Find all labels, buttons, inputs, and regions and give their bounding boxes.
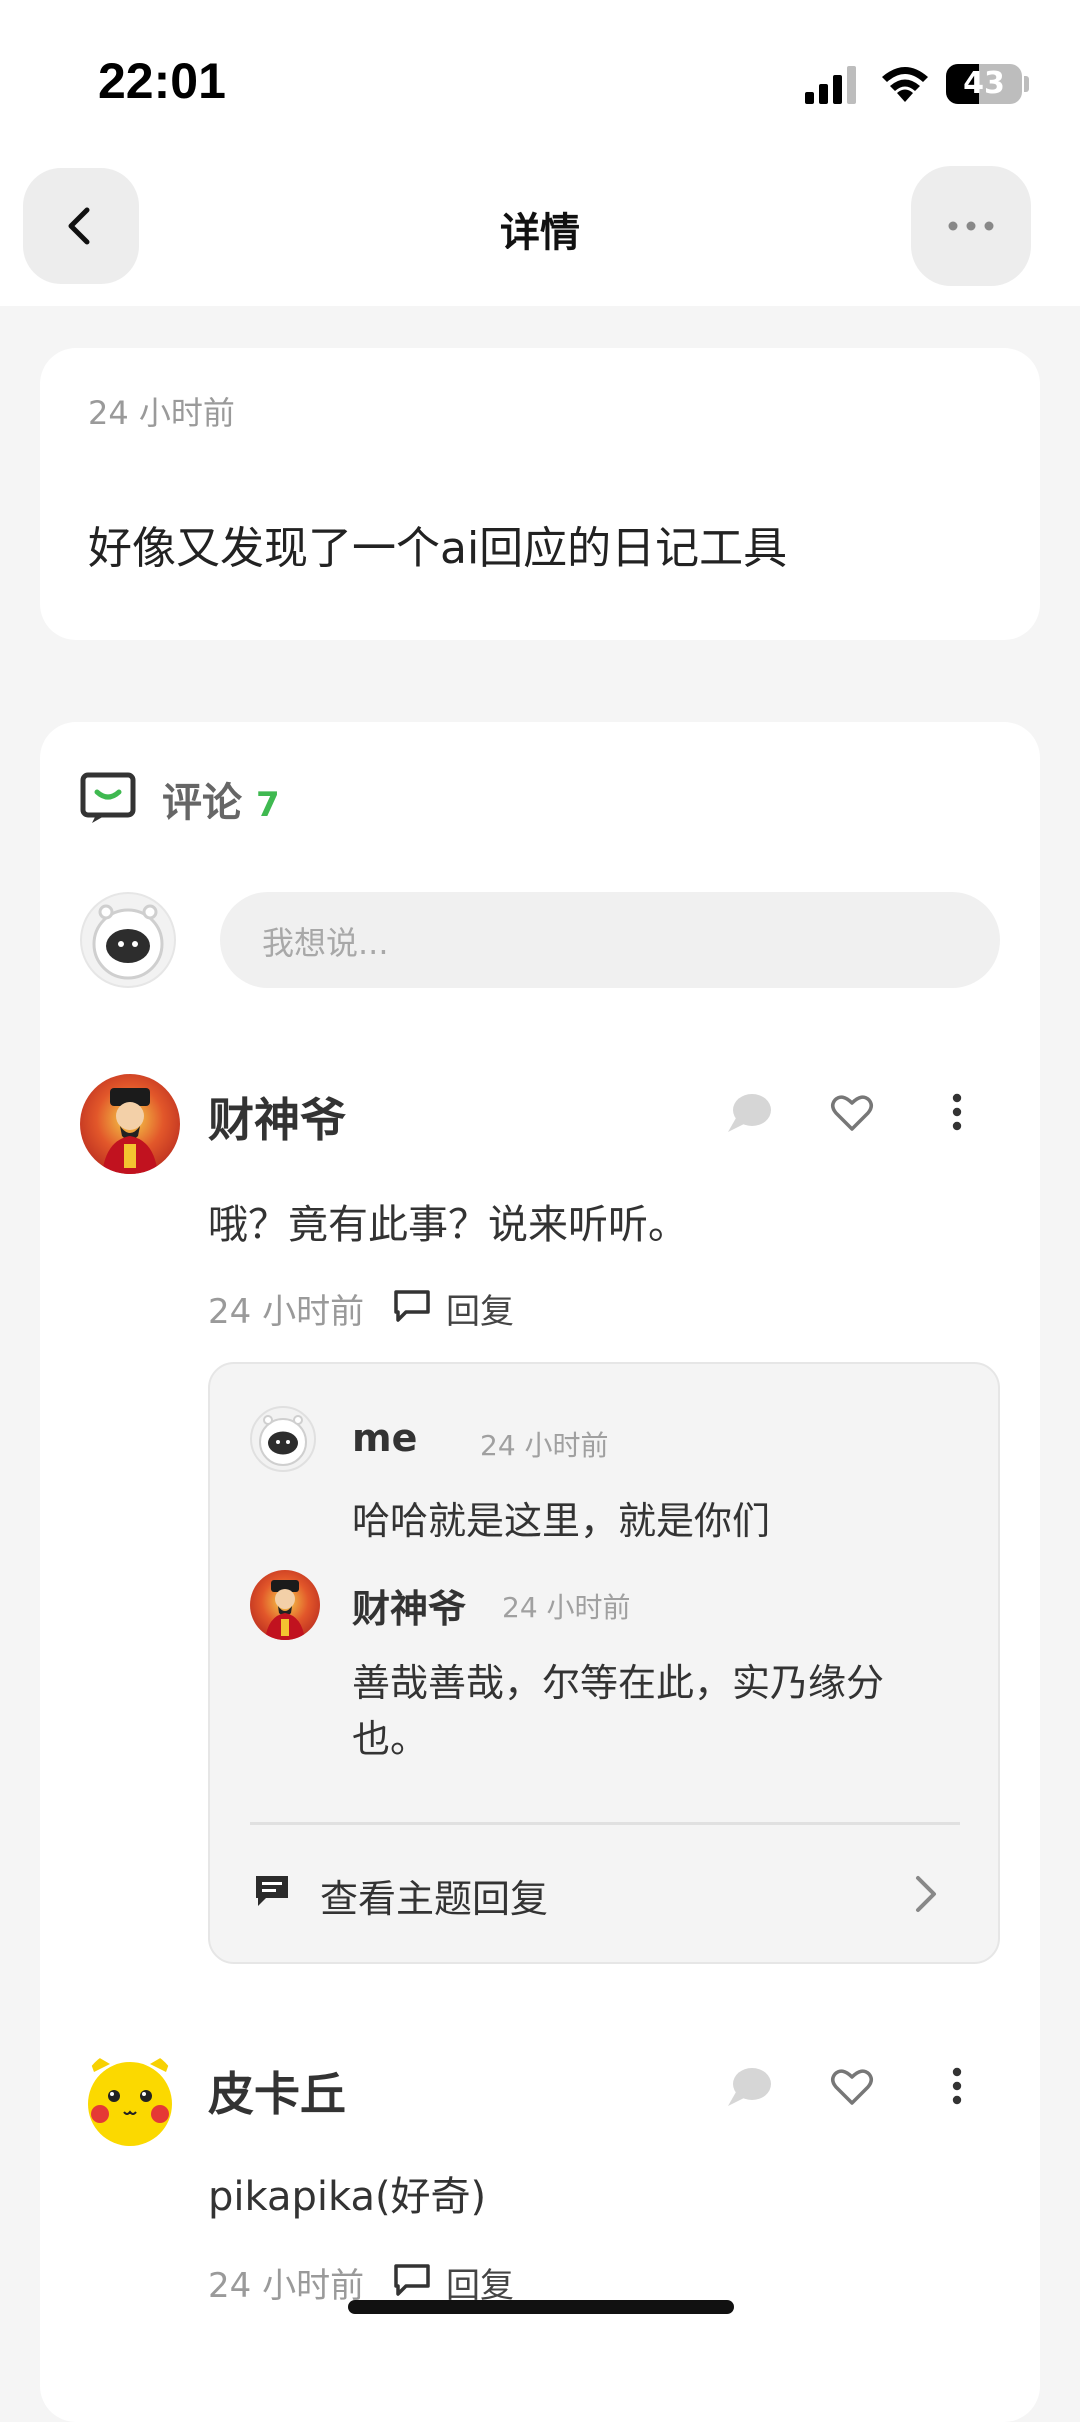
reply-bubble-icon[interactable]	[724, 2066, 774, 2110]
reply-text-line2: 也。	[352, 1717, 429, 1761]
reply-avatar[interactable]	[250, 1570, 320, 1640]
post-time: 24 小时前	[88, 394, 235, 432]
commenter-name[interactable]: 皮卡丘	[208, 2058, 346, 2124]
comments-label: 评论 7	[162, 770, 280, 828]
status-bar: 22:01 43	[0, 0, 1080, 160]
comments-label-text: 评论	[162, 780, 242, 826]
nav-header: 详情	[0, 160, 1080, 306]
reply-time: 24 小时前	[502, 1591, 631, 1624]
commenter-avatar[interactable]	[80, 1074, 180, 1174]
reply-avatar[interactable]	[250, 1406, 316, 1472]
battery-icon: 43	[946, 64, 1022, 104]
robot-avatar-icon	[92, 904, 164, 980]
post-content: 好像又发现了一个ai回应的日记工具	[88, 523, 788, 574]
reply-author[interactable]: 财神爷	[352, 1578, 466, 1633]
reply-text-line1: 善哉善哉，尔等在此，实乃缘分	[352, 1661, 885, 1705]
commenter-avatar[interactable]	[80, 2048, 180, 2148]
pikachu-avatar-icon	[86, 2050, 174, 2146]
reply-author[interactable]: me	[352, 1416, 417, 1460]
comment-icon	[80, 772, 136, 823]
reply-icon	[394, 1290, 430, 1322]
view-thread-label: 查看主题回复	[320, 1877, 549, 1921]
my-avatar[interactable]	[80, 892, 176, 988]
divider	[250, 1822, 960, 1825]
message-icon	[256, 1876, 288, 1906]
view-thread-button[interactable]: 查看主题回复	[250, 1854, 962, 1934]
more-vertical-icon[interactable]	[950, 1092, 964, 1132]
reply-bubble-icon[interactable]	[724, 1092, 774, 1136]
wifi-icon	[882, 67, 928, 102]
replies-box: me 24 小时前 哈哈就是这里，就是你们 财神爷 24 小时前 善哉善哉，尔等…	[208, 1362, 1000, 1964]
comments-count: 7	[255, 785, 280, 825]
more-button[interactable]	[911, 166, 1031, 286]
more-horizontal-icon	[948, 221, 994, 231]
signal-icon	[805, 66, 856, 104]
comments-card: 评论 7 我想说... 财神爷 哦？竟有此事？说来听听。 24 小时前 回复 m…	[40, 722, 1040, 2422]
chevron-right-icon	[916, 1876, 936, 1912]
comment-input[interactable]: 我想说...	[220, 892, 1000, 988]
caishen-avatar-icon	[265, 1580, 305, 1640]
robot-avatar-icon	[259, 1415, 307, 1466]
caishen-avatar-icon	[102, 1088, 158, 1174]
comment-time: 24 小时前	[208, 1292, 365, 1332]
comment-text: 哦？竟有此事？说来听听。	[208, 1202, 688, 1248]
home-indicator[interactable]	[348, 2300, 734, 2314]
chevron-left-icon	[68, 207, 90, 245]
reply-text: 哈哈就是这里，就是你们	[352, 1499, 771, 1543]
reply-label: 回复	[446, 1292, 514, 1332]
status-time: 22:01	[98, 53, 226, 109]
heart-icon[interactable]	[830, 1092, 874, 1132]
more-vertical-icon[interactable]	[950, 2066, 964, 2106]
back-button[interactable]	[23, 168, 139, 284]
comment-input-placeholder: 我想说...	[262, 924, 389, 962]
reply-time: 24 小时前	[480, 1429, 609, 1462]
comment-time: 24 小时前	[208, 2266, 365, 2306]
battery-level: 43	[963, 66, 1005, 101]
comment-text: pikapika(好奇)	[208, 2174, 487, 2220]
post-card: 24 小时前 好像又发现了一个ai回应的日记工具	[40, 348, 1040, 640]
commenter-name[interactable]: 财神爷	[208, 1084, 346, 1150]
heart-icon[interactable]	[830, 2066, 874, 2106]
reply-icon	[394, 2264, 430, 2296]
battery-tip	[1024, 76, 1029, 92]
